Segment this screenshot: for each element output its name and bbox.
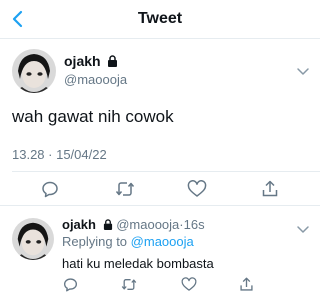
like-icon <box>181 276 197 291</box>
like-button[interactable] <box>186 178 208 200</box>
lock-icon <box>103 219 112 230</box>
reply-retweet-button[interactable] <box>121 276 137 292</box>
author-name[interactable]: ojakh <box>64 53 118 69</box>
reply-avatar[interactable] <box>12 218 54 260</box>
tweet-text: wah gawat nih cowok <box>12 107 174 126</box>
author-handle[interactable]: @maoooja <box>64 72 127 87</box>
retweet-icon <box>115 182 135 196</box>
reply-author-name[interactable]: ojakh <box>62 217 96 232</box>
tweet-timestamp[interactable]: 13.28 · 15/04/22 <box>12 147 107 162</box>
reply-age: 16s <box>183 217 205 232</box>
chevron-down-icon <box>297 226 309 233</box>
reply-author-handle[interactable]: @maoooja <box>116 217 179 232</box>
avatar[interactable] <box>12 49 56 93</box>
reply-header: ojakh @maoooja·16s <box>62 217 205 232</box>
top-bar: Tweet <box>0 0 320 38</box>
replying-to-label: Replying to <box>62 234 128 249</box>
reply-button[interactable] <box>39 178 61 200</box>
more-options-button[interactable] <box>296 64 310 75</box>
retweet-button[interactable] <box>114 178 136 200</box>
reply-icon <box>63 277 77 291</box>
page-title: Tweet <box>137 10 183 27</box>
author-name-text: ojakh <box>64 53 101 69</box>
header-divider <box>0 38 320 39</box>
replying-to-handle[interactable]: @maoooja <box>131 234 194 249</box>
retweet-icon <box>121 278 137 290</box>
lock-icon <box>108 55 118 67</box>
share-icon <box>239 277 253 291</box>
reply-like-button[interactable] <box>181 276 197 292</box>
reply-share-button[interactable] <box>238 276 254 292</box>
reply-reply-button[interactable] <box>62 276 78 292</box>
reply-more-options-button[interactable] <box>296 222 310 233</box>
replying-to: Replying to @maoooja <box>62 234 194 249</box>
timestamp-divider <box>12 171 320 172</box>
reply-icon <box>42 181 58 198</box>
chevron-down-icon <box>297 68 309 75</box>
tweet-divider <box>0 205 320 206</box>
reply-text: hati ku meledak bombasta <box>62 256 214 271</box>
share-button[interactable] <box>259 178 281 200</box>
like-icon <box>187 180 207 197</box>
share-icon <box>262 180 278 197</box>
